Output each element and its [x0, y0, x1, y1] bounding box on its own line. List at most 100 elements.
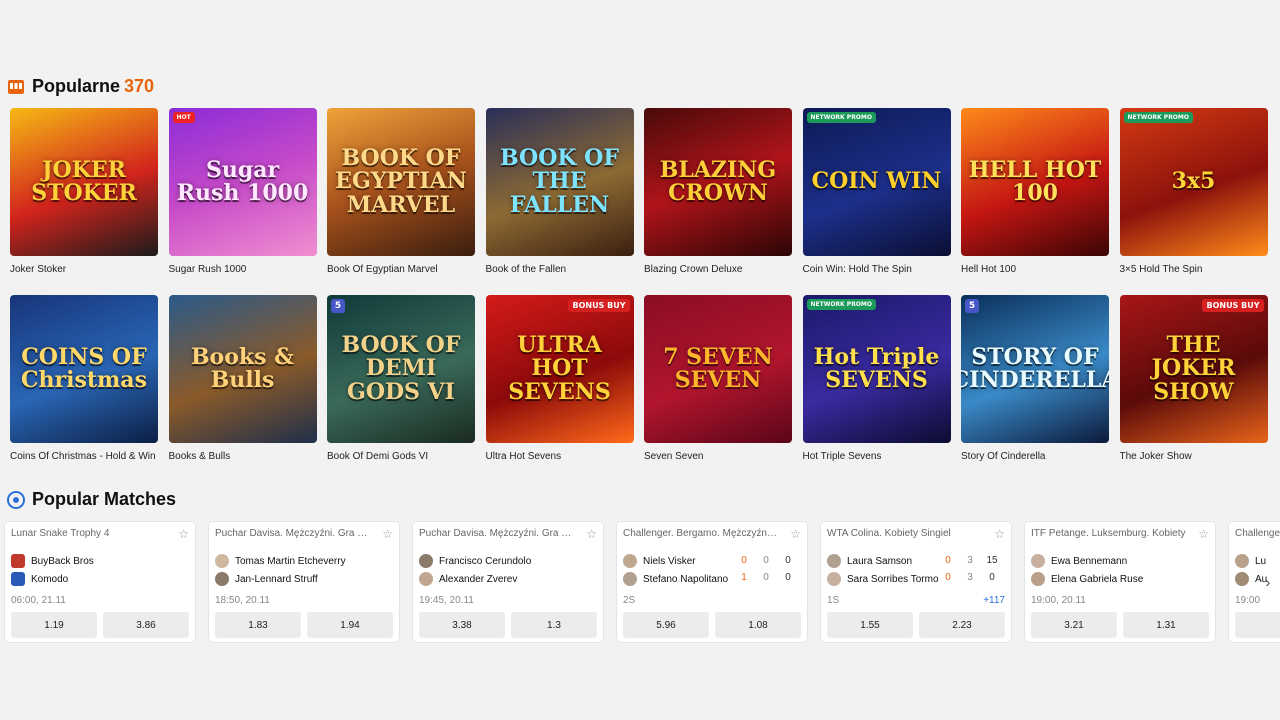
team-name: Alexander Zverev [439, 573, 518, 585]
game-thumbnail[interactable]: JOKER STOKER [10, 108, 158, 256]
sport-ball-icon [6, 490, 26, 510]
game-card[interactable]: JOKER STOKER Joker Stoker [10, 108, 158, 277]
star-icon[interactable]: ☆ [1198, 527, 1209, 541]
game-thumbnail[interactable]: BOOK OF THE FALLEN [485, 108, 634, 256]
star-icon[interactable]: ☆ [382, 527, 393, 541]
game-card[interactable]: STORY OF CINDERELLA 5 Story Of Cinderella [961, 295, 1109, 464]
star-icon[interactable]: ☆ [994, 527, 1005, 541]
game-name[interactable]: Book Of Egyptian Marvel [327, 264, 475, 277]
odd-button-home[interactable] [1235, 612, 1280, 638]
match-time: 2S [623, 595, 636, 606]
player-avatar [419, 554, 433, 568]
game-card[interactable]: BOOK OF DEMI GODS VI 5 Book Of Demi Gods V… [327, 295, 475, 464]
game-badge: NETWORK PROMO [1123, 112, 1193, 123]
game-thumbnail[interactable]: Hot Triple SEVENS NETWORK PROMO [802, 295, 951, 443]
team-2: Jan-Lennard Struff [215, 572, 355, 586]
game-name[interactable]: Hot Triple Sevens [803, 451, 951, 464]
odd-button-home[interactable]: 1.55 [827, 612, 913, 638]
game-thumbnail[interactable]: 3x5 NETWORK PROMO [1119, 108, 1268, 256]
odd-button-away[interactable]: 1.31 [1123, 612, 1209, 638]
game-badge: HOT [172, 112, 195, 123]
game-badge: 5 [965, 299, 979, 313]
match-card[interactable]: WTA Colina. Kobiety Singiel ☆ Laura Samson… [820, 521, 1012, 643]
team-name: Francisco Cerundolo [439, 555, 532, 567]
game-card[interactable]: HELL HOT 100 Hell Hot 100 [961, 108, 1109, 277]
game-logo-art: JOKER STOKER [31, 156, 137, 206]
game-thumbnail[interactable]: BOOK OF DEMI GODS VI 5 [327, 295, 475, 443]
matches-carousel: Lunar Snake Trophy 4 ☆ BuyBack Bros Komodo 0… [4, 521, 1280, 643]
game-name[interactable]: Ultra Hot Sevens [486, 451, 634, 464]
game-name[interactable]: Seven Seven [644, 451, 792, 464]
game-name[interactable]: Sugar Rush 1000 [169, 264, 317, 277]
game-thumbnail[interactable]: Books & Bulls [168, 295, 317, 443]
star-icon[interactable]: ☆ [790, 527, 801, 541]
match-time: 19:00, 20.11 [1031, 595, 1086, 606]
match-league: WTA Colina. Kobiety Singiel [827, 528, 951, 539]
game-name[interactable]: Coins Of Christmas - Hold & Win [10, 451, 158, 464]
match-league: Lunar Snake Trophy 4 [11, 528, 110, 539]
score-cell: 0 [945, 555, 951, 566]
odd-button-away[interactable]: 3.86 [103, 612, 189, 638]
game-card[interactable]: COINS OF Christmas Coins Of Christmas - H… [10, 295, 158, 464]
odd-button-home[interactable]: 1.83 [215, 612, 301, 638]
odd-button-home[interactable]: 1.19 [11, 612, 97, 638]
game-card[interactable]: 3x5 NETWORK PROMO 3×5 Hold The Spin [1119, 108, 1268, 277]
star-icon[interactable]: ☆ [586, 527, 597, 541]
match-card[interactable]: Challenger. Bergamo. Mężczyźni. Singiel ☆… [616, 521, 808, 643]
game-thumbnail[interactable]: THE JOKER SHOW BONUS BUY [1119, 295, 1268, 443]
odd-button-away[interactable]: 1.3 [511, 612, 597, 638]
odd-button-away[interactable]: 1.08 [715, 612, 801, 638]
game-name[interactable]: The Joker Show [1120, 451, 1268, 464]
game-thumbnail[interactable]: 7 SEVEN SEVEN [644, 295, 792, 443]
game-card[interactable]: BOOK OF THE FALLEN Book of the Fallen [485, 108, 634, 277]
game-logo-art: 7 SEVEN SEVEN [663, 343, 773, 393]
game-card[interactable]: COIN WIN NETWORK PROMO Coin Win: Hold The … [802, 108, 951, 277]
game-name[interactable]: Story Of Cinderella [961, 451, 1109, 464]
game-thumbnail[interactable]: COIN WIN NETWORK PROMO [802, 108, 951, 256]
game-card[interactable]: THE JOKER SHOW BONUS BUY The Joker Show [1119, 295, 1268, 464]
game-thumbnail[interactable]: STORY OF CINDERELLA 5 [961, 295, 1109, 443]
odd-button-home[interactable]: 3.38 [419, 612, 505, 638]
score-row-2: 1 0 0 [733, 572, 799, 583]
match-card[interactable]: Puchar Davisa. Mężczyźni. Gra pojedyncza… [412, 521, 604, 643]
star-icon[interactable]: ☆ [178, 527, 189, 541]
match-time: 1S [827, 595, 840, 606]
game-name[interactable]: Coin Win: Hold The Spin [803, 264, 951, 277]
team-2: Elena Gabriela Ruse [1031, 572, 1171, 586]
game-name[interactable]: Joker Stoker [10, 264, 158, 277]
game-name[interactable]: Book Of Demi Gods VI [327, 451, 475, 464]
game-card[interactable]: 7 SEVEN SEVEN Seven Seven [644, 295, 792, 464]
game-card[interactable]: Sugar Rush 1000 HOT Sugar Rush 1000 [168, 108, 317, 277]
game-thumbnail[interactable]: Sugar Rush 1000 HOT [168, 108, 317, 256]
game-thumbnail[interactable]: BOOK OF EGYPTIAN MARVEL [327, 108, 475, 256]
match-league: ITF Petange. Luksemburg. Kobiety [1031, 528, 1186, 539]
game-thumbnail[interactable]: COINS OF Christmas [10, 295, 158, 443]
team-logo [11, 572, 25, 586]
game-thumbnail[interactable]: BLAZING CROWN [644, 108, 792, 256]
game-thumbnail[interactable]: HELL HOT 100 [961, 108, 1109, 256]
game-name[interactable]: Blazing Crown Deluxe [644, 264, 792, 277]
game-card[interactable]: BLAZING CROWN Blazing Crown Deluxe [644, 108, 792, 277]
player-avatar [827, 554, 841, 568]
odd-button-away[interactable]: 2.23 [919, 612, 1005, 638]
odd-button-away[interactable]: 1.94 [307, 612, 393, 638]
odd-button-home[interactable]: 5.96 [623, 612, 709, 638]
match-card[interactable]: Lunar Snake Trophy 4 ☆ BuyBack Bros Komodo 0… [4, 521, 196, 643]
game-name[interactable]: Book of the Fallen [486, 264, 634, 277]
chevron-right-icon[interactable]: › [1260, 574, 1276, 590]
team-name: Komodo [31, 573, 69, 585]
game-card[interactable]: ULTRA HOT SEVENS BONUS BUY Ultra Hot Seven… [485, 295, 634, 464]
game-thumbnail[interactable]: ULTRA HOT SEVENS BONUS BUY [485, 295, 634, 443]
more-markets-link[interactable]: +117 [983, 595, 1005, 606]
game-card[interactable]: Hot Triple SEVENS NETWORK PROMO Hot Triple… [802, 295, 951, 464]
game-name[interactable]: 3×5 Hold The Spin [1120, 264, 1268, 277]
match-card[interactable]: ITF Petange. Luksemburg. Kobiety ☆ Ewa Ben… [1024, 521, 1216, 643]
game-card[interactable]: BOOK OF EGYPTIAN MARVEL Book Of Egyptian … [327, 108, 475, 277]
odd-button-home[interactable]: 3.21 [1031, 612, 1117, 638]
game-logo-art: BOOK OF DEMI GODS VI [341, 332, 461, 405]
matches-title: Popular Matches [32, 489, 177, 509]
match-card[interactable]: Puchar Davisa. Mężczyźni. Gra podwójna ☆ T… [208, 521, 400, 643]
game-name[interactable]: Hell Hot 100 [961, 264, 1109, 277]
game-name[interactable]: Books & Bulls [169, 451, 317, 464]
game-card[interactable]: Books & Bulls Books & Bulls [168, 295, 317, 464]
